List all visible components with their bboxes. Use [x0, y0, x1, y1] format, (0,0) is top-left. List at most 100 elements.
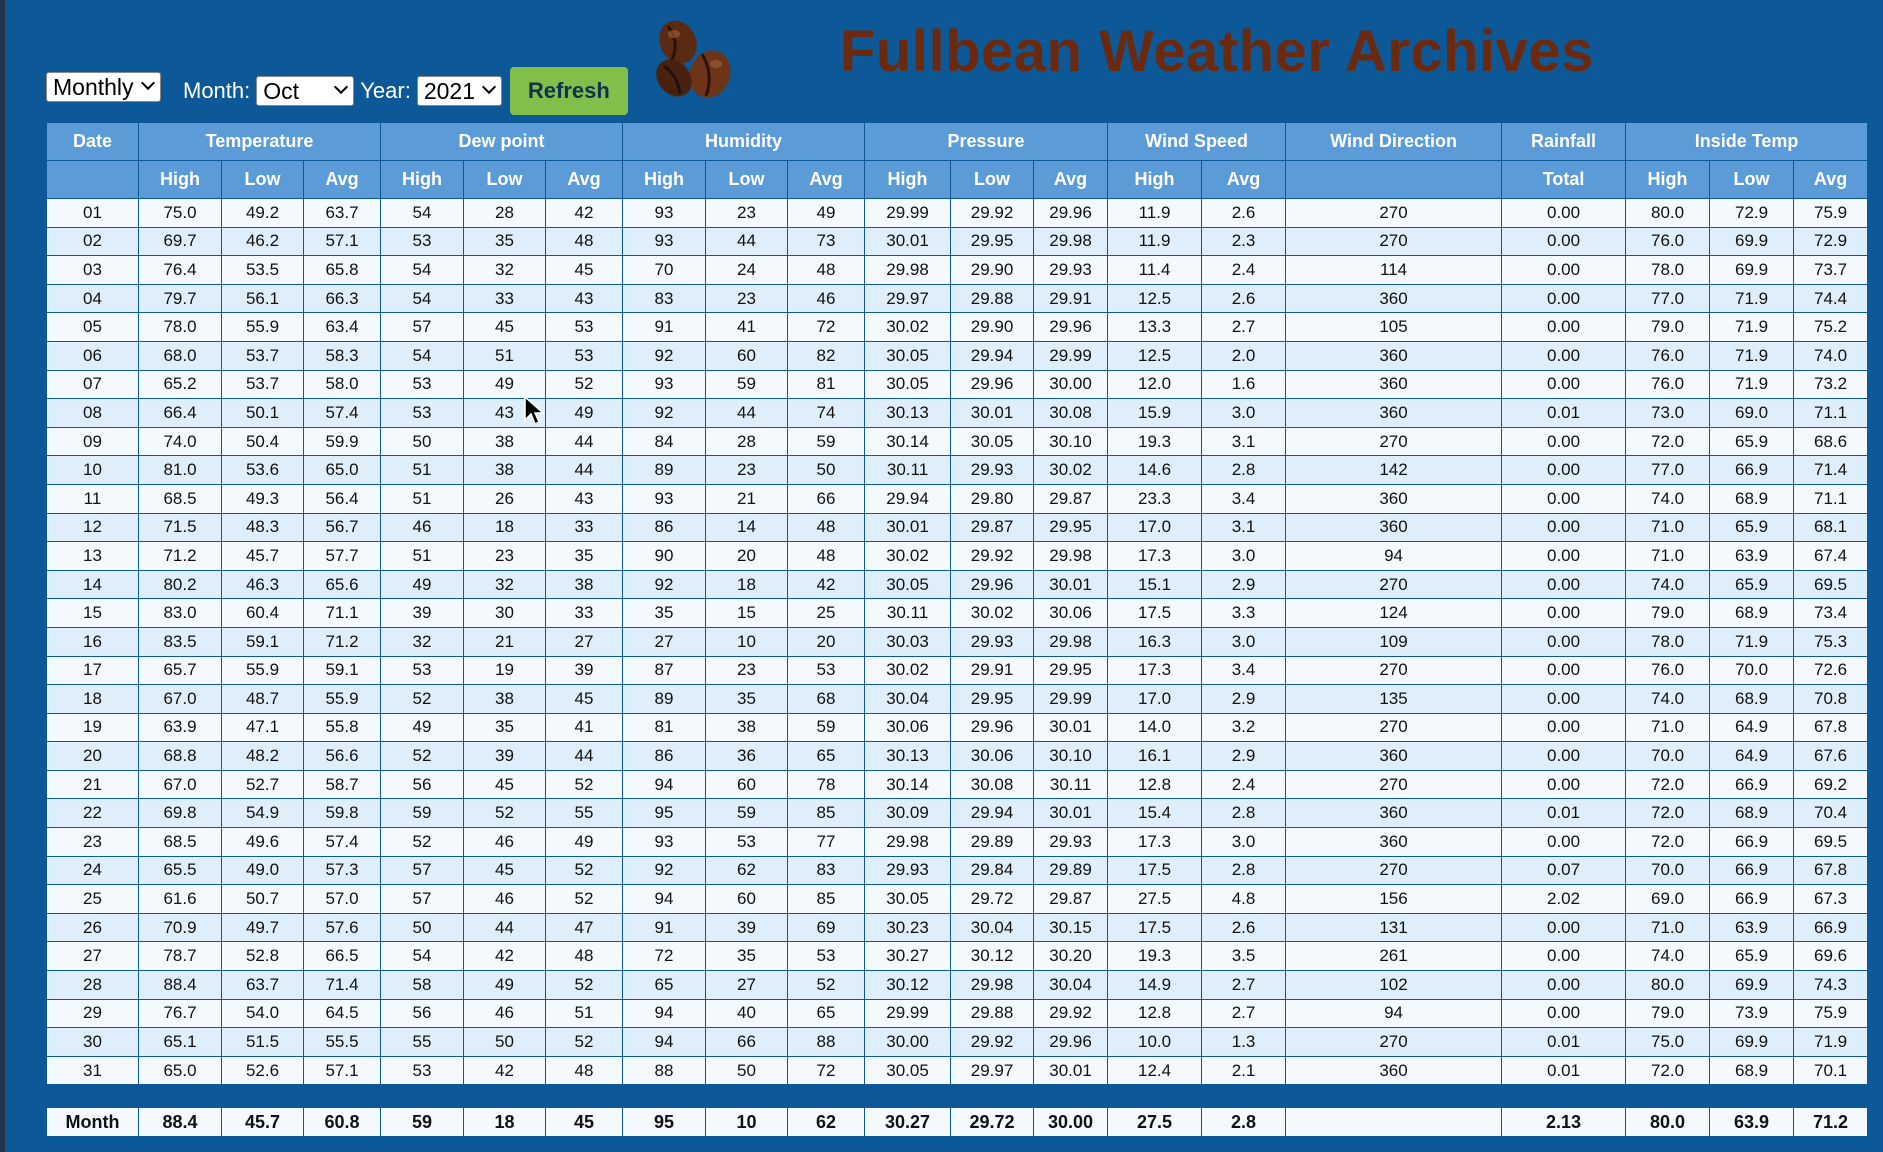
- table-cell: 20: [705, 541, 788, 571]
- table-cell: 0.00: [1501, 426, 1627, 457]
- table-cell: 68.8: [138, 741, 222, 771]
- table-cell: 360: [1285, 741, 1503, 771]
- table-cell: 53.7: [221, 369, 304, 400]
- table-cell: 79.7: [138, 283, 222, 314]
- table-cell: 49.3: [221, 483, 304, 514]
- table-cell: 10.0: [1107, 1027, 1203, 1057]
- table-cell: 70.0: [1709, 655, 1795, 686]
- table-cell: 71.9: [1793, 1027, 1869, 1057]
- table-cell: 66.4: [138, 398, 222, 428]
- table-cell: 30.10: [1033, 426, 1109, 457]
- table-cell: 17.3: [1107, 541, 1203, 571]
- table-cell: 12.8: [1107, 769, 1203, 800]
- table-cell: 84: [622, 426, 706, 457]
- table-cell: 90: [622, 541, 706, 571]
- table-cell: 29.94: [950, 340, 1035, 371]
- table-cell: 55: [380, 1027, 464, 1057]
- spacer-cell: [46, 1084, 1868, 1108]
- table-cell: 59: [705, 369, 788, 400]
- table-cell: 47.1: [221, 712, 304, 743]
- table-cell: 74.0: [1625, 569, 1711, 600]
- table-cell: 72.0: [1625, 769, 1711, 800]
- table-cell: 42: [545, 198, 623, 228]
- table-cell: 30.23: [864, 912, 952, 943]
- table-cell: 39: [463, 741, 546, 771]
- table-cell: 52: [545, 884, 623, 914]
- table-cell: 62: [705, 855, 788, 886]
- table-cell: 35: [545, 541, 623, 571]
- table-cell: 11: [46, 483, 139, 514]
- table-cell: 80.2: [138, 569, 222, 600]
- table-cell: 35: [705, 684, 788, 714]
- table-cell: 30.05: [864, 884, 952, 914]
- table-cell: 2.6: [1201, 912, 1287, 943]
- table-cell: 57.4: [303, 398, 381, 428]
- table-cell: 124: [1285, 598, 1503, 628]
- table-cell: 2.9: [1201, 741, 1287, 771]
- table-cell: 69.6: [1793, 941, 1869, 972]
- table-cell: 0.00: [1501, 684, 1627, 714]
- table-cell: 0.00: [1501, 340, 1627, 371]
- chevron-down-icon: [335, 82, 347, 94]
- table-cell: 59: [786, 712, 866, 743]
- table-cell: 63.4: [303, 312, 381, 342]
- table-cell: 11.4: [1107, 255, 1203, 285]
- table-cell: 29.87: [1033, 884, 1109, 914]
- table-cell: 46.3: [221, 569, 304, 600]
- month-label: Month:: [183, 78, 251, 103]
- table-row: 25 61.6 50.7 57.0 57 46 52 94 60 85 30.05 29.72 29.8…: [46, 884, 1869, 914]
- table-cell: 50: [786, 455, 866, 485]
- table-cell: 48: [786, 541, 866, 571]
- table-row: 12 71.5 48.3 56.7 46 18 33 86 14 48 30.01 29.87 29.9…: [46, 512, 1869, 543]
- table-cell: 02: [46, 226, 139, 257]
- sub-header-cell: High: [1625, 160, 1711, 199]
- table-cell: 57.6: [303, 912, 381, 943]
- table-cell: 29.96: [1033, 198, 1109, 228]
- sub-header-cell: High: [864, 160, 952, 199]
- table-cell: 52.8: [221, 941, 304, 972]
- table-cell: 3.4: [1201, 483, 1287, 514]
- table-cell: 78.0: [138, 312, 222, 342]
- table-cell: 74.0: [1625, 684, 1711, 714]
- header-wind-direction: Wind Direction: [1285, 122, 1503, 161]
- refresh-button[interactable]: Refresh: [509, 67, 628, 115]
- table-cell: 33: [545, 512, 623, 543]
- table-cell: 30.01: [1033, 569, 1109, 600]
- table-cell: 71.9: [1709, 340, 1795, 371]
- summary-cell: 27.5: [1107, 1107, 1203, 1138]
- period-select[interactable]: Monthly: [46, 72, 161, 102]
- table-cell: 49.2: [221, 198, 304, 228]
- table-cell: 3.3: [1201, 598, 1287, 628]
- table-cell: 29.91: [1033, 283, 1109, 314]
- table-cell: 52.7: [221, 769, 304, 800]
- table-cell: 29.92: [1033, 998, 1109, 1029]
- table-cell: 51.5: [221, 1027, 304, 1057]
- table-cell: 45.7: [221, 541, 304, 571]
- year-select[interactable]: 2021: [416, 76, 502, 106]
- sub-header-cell: Avg: [303, 160, 381, 199]
- table-cell: 54: [380, 941, 464, 972]
- table-cell: 68.9: [1709, 598, 1795, 628]
- table-cell: 29.94: [864, 483, 952, 514]
- table-cell: 03: [46, 255, 139, 285]
- table-cell: 270: [1285, 426, 1503, 457]
- table-cell: 44: [545, 426, 623, 457]
- month-summary-row: Month 88.4 45.7 60.8 59 18 45 95 10 62 30.27 29.72 3…: [46, 1107, 1869, 1138]
- table-cell: 35: [463, 712, 546, 743]
- table-cell: 53: [545, 312, 623, 342]
- month-select[interactable]: Oct: [256, 76, 355, 106]
- header-pressure: Pressure: [864, 122, 1109, 161]
- table-cell: 83: [786, 855, 866, 886]
- table-row: 19 63.9 47.1 55.8 49 35 41 81 38 59 30.06 29.96 30.0…: [46, 712, 1869, 743]
- table-cell: 29.93: [864, 855, 952, 886]
- table-cell: 51: [380, 541, 464, 571]
- table-cell: 23: [705, 283, 788, 314]
- table-cell: 30.03: [864, 626, 952, 657]
- table-cell: 68.9: [1709, 483, 1795, 514]
- table-cell: 71.1: [1793, 398, 1869, 428]
- table-cell: 2.6: [1201, 283, 1287, 314]
- table-cell: 79.0: [1625, 312, 1711, 342]
- sub-header-cell: Avg: [1201, 160, 1287, 199]
- table-cell: 86: [622, 741, 706, 771]
- table-cell: 19: [46, 712, 139, 743]
